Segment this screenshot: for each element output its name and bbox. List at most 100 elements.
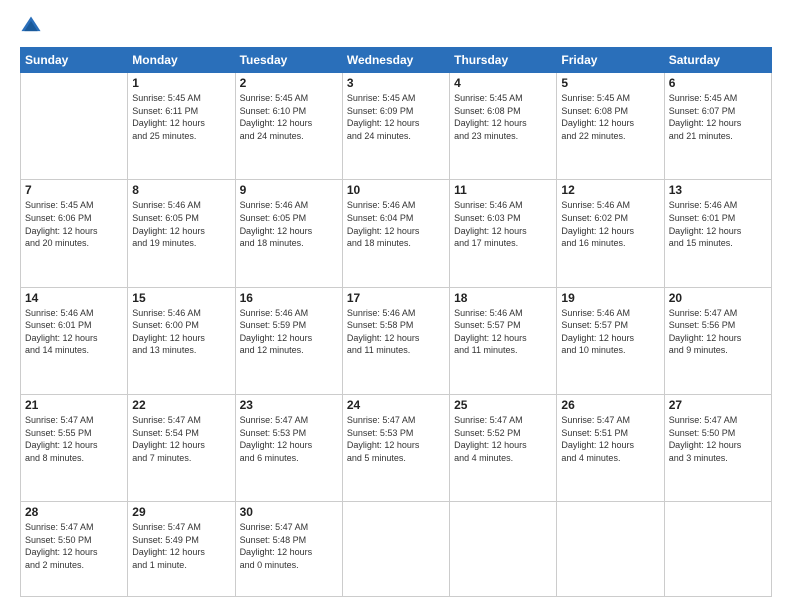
calendar-cell: 25 Sunrise: 5:47 AMSunset: 5:52 PMDayligh…	[450, 394, 557, 501]
day-info: Sunrise: 5:47 AMSunset: 5:53 PMDaylight:…	[240, 414, 338, 464]
day-info: Sunrise: 5:45 AMSunset: 6:07 PMDaylight:…	[669, 92, 767, 142]
day-number: 18	[454, 291, 552, 305]
calendar-cell: 18 Sunrise: 5:46 AMSunset: 5:57 PMDayligh…	[450, 287, 557, 394]
day-number: 22	[132, 398, 230, 412]
calendar-cell: 2 Sunrise: 5:45 AMSunset: 6:10 PMDaylight…	[235, 73, 342, 180]
calendar-day-header: Thursday	[450, 48, 557, 73]
day-info: Sunrise: 5:47 AMSunset: 5:49 PMDaylight:…	[132, 521, 230, 571]
day-info: Sunrise: 5:46 AMSunset: 6:05 PMDaylight:…	[132, 199, 230, 249]
calendar-cell: 26Sunrise: 5:47 AMSunset: 5:51 PMDayligh…	[557, 394, 664, 501]
calendar-cell: 6 Sunrise: 5:45 AMSunset: 6:07 PMDaylight…	[664, 73, 771, 180]
day-info: Sunrise: 5:47 AMSunset: 5:50 PMDaylight:…	[25, 521, 123, 571]
day-info: Sunrise: 5:46 AMSunset: 6:00 PMDaylight:…	[132, 307, 230, 357]
calendar-day-header: Friday	[557, 48, 664, 73]
day-number: 9	[240, 183, 338, 197]
day-info: Sunrise: 5:46 AMSunset: 5:59 PMDaylight:…	[240, 307, 338, 357]
day-number: 7	[25, 183, 123, 197]
day-number: 4	[454, 76, 552, 90]
logo-icon	[20, 15, 42, 37]
day-number: 6	[669, 76, 767, 90]
calendar-cell: 27Sunrise: 5:47 AMSunset: 5:50 PMDayligh…	[664, 394, 771, 501]
calendar-cell: 15 Sunrise: 5:46 AMSunset: 6:00 PMDayligh…	[128, 287, 235, 394]
calendar-day-header: Wednesday	[342, 48, 449, 73]
calendar-cell: 19 Sunrise: 5:46 AMSunset: 5:57 PMDayligh…	[557, 287, 664, 394]
day-number: 15	[132, 291, 230, 305]
page: SundayMondayTuesdayWednesdayThursdayFrid…	[0, 0, 792, 612]
calendar-cell: 16 Sunrise: 5:46 AMSunset: 5:59 PMDayligh…	[235, 287, 342, 394]
calendar-cell: 21 Sunrise: 5:47 AMSunset: 5:55 PMDayligh…	[21, 394, 128, 501]
day-number: 26	[561, 398, 659, 412]
day-number: 29	[132, 505, 230, 519]
day-number: 8	[132, 183, 230, 197]
day-number: 20	[669, 291, 767, 305]
day-number: 19	[561, 291, 659, 305]
day-info: Sunrise: 5:46 AMSunset: 6:02 PMDaylight:…	[561, 199, 659, 249]
day-number: 17	[347, 291, 445, 305]
day-number: 23	[240, 398, 338, 412]
day-info: Sunrise: 5:47 AMSunset: 5:48 PMDaylight:…	[240, 521, 338, 571]
day-number: 16	[240, 291, 338, 305]
day-info: Sunrise: 5:47 AMSunset: 5:50 PMDaylight:…	[669, 414, 767, 464]
calendar-cell: 4 Sunrise: 5:45 AMSunset: 6:08 PMDaylight…	[450, 73, 557, 180]
day-number: 10	[347, 183, 445, 197]
day-number: 28	[25, 505, 123, 519]
day-info: Sunrise: 5:45 AMSunset: 6:08 PMDaylight:…	[454, 92, 552, 142]
calendar-week-row: 28 Sunrise: 5:47 AMSunset: 5:50 PMDayligh…	[21, 502, 772, 597]
calendar-day-header: Sunday	[21, 48, 128, 73]
calendar-cell: 23 Sunrise: 5:47 AMSunset: 5:53 PMDayligh…	[235, 394, 342, 501]
day-number: 14	[25, 291, 123, 305]
day-info: Sunrise: 5:45 AMSunset: 6:10 PMDaylight:…	[240, 92, 338, 142]
day-number: 24	[347, 398, 445, 412]
day-info: Sunrise: 5:46 AMSunset: 5:57 PMDaylight:…	[454, 307, 552, 357]
calendar-cell: 28 Sunrise: 5:47 AMSunset: 5:50 PMDayligh…	[21, 502, 128, 597]
calendar-cell: 30 Sunrise: 5:47 AMSunset: 5:48 PMDayligh…	[235, 502, 342, 597]
day-info: Sunrise: 5:45 AMSunset: 6:08 PMDaylight:…	[561, 92, 659, 142]
day-info: Sunrise: 5:46 AMSunset: 5:57 PMDaylight:…	[561, 307, 659, 357]
calendar-cell	[21, 73, 128, 180]
day-info: Sunrise: 5:47 AMSunset: 5:54 PMDaylight:…	[132, 414, 230, 464]
calendar-week-row: 14Sunrise: 5:46 AMSunset: 6:01 PMDayligh…	[21, 287, 772, 394]
calendar-cell	[342, 502, 449, 597]
calendar-cell: 5Sunrise: 5:45 AMSunset: 6:08 PMDaylight…	[557, 73, 664, 180]
calendar-cell: 12 Sunrise: 5:46 AMSunset: 6:02 PMDayligh…	[557, 180, 664, 287]
day-number: 25	[454, 398, 552, 412]
calendar-cell: 9Sunrise: 5:46 AMSunset: 6:05 PMDaylight…	[235, 180, 342, 287]
day-info: Sunrise: 5:46 AMSunset: 6:01 PMDaylight:…	[669, 199, 767, 249]
calendar-header-row: SundayMondayTuesdayWednesdayThursdayFrid…	[21, 48, 772, 73]
day-info: Sunrise: 5:47 AMSunset: 5:56 PMDaylight:…	[669, 307, 767, 357]
calendar-cell: 13 Sunrise: 5:46 AMSunset: 6:01 PMDayligh…	[664, 180, 771, 287]
calendar-cell: 29 Sunrise: 5:47 AMSunset: 5:49 PMDayligh…	[128, 502, 235, 597]
day-info: Sunrise: 5:46 AMSunset: 6:03 PMDaylight:…	[454, 199, 552, 249]
calendar-cell: 11 Sunrise: 5:46 AMSunset: 6:03 PMDayligh…	[450, 180, 557, 287]
calendar-week-row: 21 Sunrise: 5:47 AMSunset: 5:55 PMDayligh…	[21, 394, 772, 501]
calendar-cell: 22 Sunrise: 5:47 AMSunset: 5:54 PMDayligh…	[128, 394, 235, 501]
day-number: 12	[561, 183, 659, 197]
calendar-cell	[450, 502, 557, 597]
calendar-day-header: Tuesday	[235, 48, 342, 73]
calendar-cell: 8 Sunrise: 5:46 AMSunset: 6:05 PMDaylight…	[128, 180, 235, 287]
day-info: Sunrise: 5:46 AMSunset: 6:04 PMDaylight:…	[347, 199, 445, 249]
day-info: Sunrise: 5:47 AMSunset: 5:55 PMDaylight:…	[25, 414, 123, 464]
day-number: 3	[347, 76, 445, 90]
calendar-cell: 3 Sunrise: 5:45 AMSunset: 6:09 PMDaylight…	[342, 73, 449, 180]
day-number: 13	[669, 183, 767, 197]
day-info: Sunrise: 5:45 AMSunset: 6:11 PMDaylight:…	[132, 92, 230, 142]
day-number: 11	[454, 183, 552, 197]
calendar-cell: 17 Sunrise: 5:46 AMSunset: 5:58 PMDayligh…	[342, 287, 449, 394]
day-number: 21	[25, 398, 123, 412]
day-number: 2	[240, 76, 338, 90]
calendar-table: SundayMondayTuesdayWednesdayThursdayFrid…	[20, 47, 772, 597]
day-info: Sunrise: 5:45 AMSunset: 6:06 PMDaylight:…	[25, 199, 123, 249]
day-info: Sunrise: 5:47 AMSunset: 5:52 PMDaylight:…	[454, 414, 552, 464]
day-info: Sunrise: 5:46 AMSunset: 5:58 PMDaylight:…	[347, 307, 445, 357]
day-number: 30	[240, 505, 338, 519]
calendar-day-header: Monday	[128, 48, 235, 73]
calendar-cell	[664, 502, 771, 597]
header	[20, 15, 772, 37]
calendar-day-header: Saturday	[664, 48, 771, 73]
day-info: Sunrise: 5:47 AMSunset: 5:53 PMDaylight:…	[347, 414, 445, 464]
calendar-cell	[557, 502, 664, 597]
day-info: Sunrise: 5:45 AMSunset: 6:09 PMDaylight:…	[347, 92, 445, 142]
calendar-cell: 24 Sunrise: 5:47 AMSunset: 5:53 PMDayligh…	[342, 394, 449, 501]
calendar-cell: 1Sunrise: 5:45 AMSunset: 6:11 PMDaylight…	[128, 73, 235, 180]
